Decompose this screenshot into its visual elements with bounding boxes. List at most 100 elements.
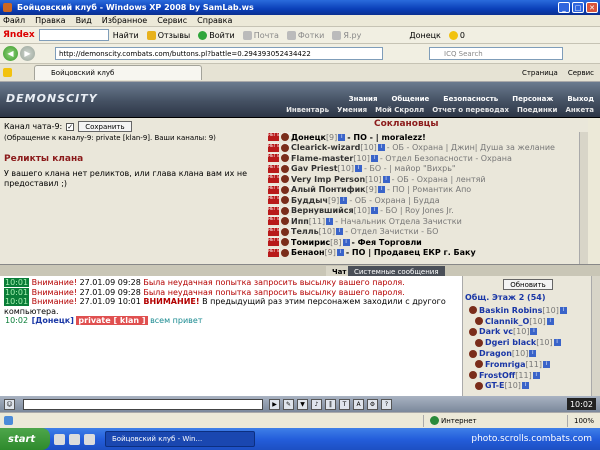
- member-name[interactable]: Gav Priest: [291, 164, 338, 173]
- online-user-name[interactable]: Clannik_O: [485, 317, 529, 326]
- taskbar-window-button[interactable]: Бойцовский клуб - Win...: [105, 431, 255, 447]
- member-name[interactable]: Алый Понтифик: [291, 185, 366, 194]
- member-name[interactable]: Бенаон: [291, 248, 324, 257]
- maximize-button[interactable]: □: [572, 2, 584, 13]
- yandex-search-input[interactable]: [38, 29, 109, 41]
- info-icon[interactable]: i: [371, 207, 379, 215]
- menu-profile[interactable]: Анкета: [565, 106, 594, 114]
- menu-communication[interactable]: Общение: [391, 95, 429, 103]
- info-icon[interactable]: i: [382, 175, 390, 183]
- clan-member-row[interactable]: НЕТ В КЛУБЕТелль[10]i- Отдел Зачистки - …: [268, 227, 588, 238]
- yandex-mail-button[interactable]: Почта: [242, 30, 279, 40]
- online-scrollbar[interactable]: [591, 276, 600, 396]
- online-user-row[interactable]: Fromriga [11] i: [463, 359, 591, 370]
- member-name[interactable]: Flame-master: [291, 154, 353, 163]
- info-icon[interactable]: i: [336, 228, 344, 236]
- yandex-photos-button[interactable]: Фотки: [286, 30, 324, 40]
- menu-transfers[interactable]: Отчет о переводах: [432, 106, 509, 114]
- clear-icon[interactable]: ✎: [283, 398, 294, 410]
- pause-icon[interactable]: ‖: [325, 398, 336, 410]
- menu-scroll[interactable]: Мой Скролл: [375, 106, 424, 114]
- minimize-button[interactable]: _: [558, 2, 570, 13]
- menu-skills[interactable]: Умения: [337, 106, 367, 114]
- info-icon[interactable]: i: [542, 360, 550, 368]
- help-icon[interactable]: ?: [381, 398, 392, 410]
- member-name[interactable]: Томирис: [291, 238, 330, 247]
- members-scrollbar[interactable]: [579, 132, 588, 264]
- info-icon[interactable]: i: [529, 350, 537, 358]
- info-icon[interactable]: i: [377, 186, 385, 194]
- menu-inventory[interactable]: Инвентарь: [286, 106, 329, 114]
- online-user-name[interactable]: Dragon: [479, 349, 512, 358]
- member-name[interactable]: Clearick-wizard: [291, 143, 360, 152]
- send-icon[interactable]: ▶: [269, 398, 280, 410]
- clan-member-row[interactable]: НЕТ В КЛУБЕАлый Понтифик[9]i- ПО | Роман…: [268, 185, 588, 196]
- clan-member-row[interactable]: НЕТ В КЛУБЕClearick-wizard[10]i- ОБ - Ох…: [268, 143, 588, 154]
- sound-icon[interactable]: ♪: [311, 398, 322, 410]
- forward-button[interactable]: ▶: [20, 46, 35, 61]
- info-icon[interactable]: i: [553, 339, 561, 347]
- close-button[interactable]: ✕: [586, 2, 598, 13]
- chat-input[interactable]: [23, 398, 263, 410]
- clan-member-row[interactable]: НЕТ В КЛУБЕGav Priest[10]i- БО - | майор…: [268, 164, 588, 175]
- clan-member-row[interactable]: НЕТ В КЛУБЕДонецк[9]i- ПО - | moralezz!: [268, 132, 588, 143]
- quick-launch-icon[interactable]: [69, 433, 80, 445]
- clan-member-row[interactable]: НЕТ В КЛУБЕVery Imp Person[10]i- ОБ - Ох…: [268, 174, 588, 185]
- smiley-icon[interactable]: ☺: [4, 398, 15, 410]
- online-user-name[interactable]: Dark vc: [479, 327, 513, 336]
- info-icon[interactable]: i: [336, 249, 344, 257]
- online-user-row[interactable]: FrostOff [11] i: [463, 370, 591, 381]
- menu-tools[interactable]: Сервис: [157, 16, 187, 25]
- font-icon[interactable]: A: [353, 398, 364, 410]
- info-icon[interactable]: i: [370, 154, 378, 162]
- menu-exit[interactable]: Выход: [567, 95, 594, 103]
- online-user-name[interactable]: Dgeri black: [485, 338, 536, 347]
- clan-member-row[interactable]: НЕТ В КЛУБЕБуддыч[9]i- ОБ - Охрана | Буд…: [268, 195, 588, 206]
- menu-fights[interactable]: Поединки: [517, 106, 557, 114]
- member-name[interactable]: Донецк: [291, 133, 326, 142]
- page-menu-button[interactable]: Страница: [522, 69, 558, 77]
- yandex-login-button[interactable]: Войти: [198, 30, 235, 40]
- online-user-row[interactable]: Dgeri black [10] i: [463, 337, 591, 348]
- quick-launch-icon[interactable]: [54, 433, 65, 445]
- menu-character[interactable]: Персонаж: [512, 95, 553, 103]
- translit-icon[interactable]: T: [339, 398, 350, 410]
- filter-icon[interactable]: ▼: [297, 398, 308, 410]
- menu-edit[interactable]: Правка: [35, 16, 65, 25]
- online-user-row[interactable]: Dragon [10] i: [463, 348, 591, 359]
- menu-help[interactable]: Справка: [197, 16, 232, 25]
- quick-launch-icon[interactable]: [84, 433, 95, 445]
- member-name[interactable]: Ипп: [291, 217, 309, 226]
- online-user-row[interactable]: Baskin Robins [10] i: [463, 305, 591, 316]
- yandex-find-button[interactable]: Найти: [113, 31, 139, 40]
- member-name[interactable]: Вернувшийся: [291, 206, 354, 215]
- back-button[interactable]: ◀: [3, 46, 18, 61]
- info-icon[interactable]: i: [354, 165, 362, 173]
- favorites-star-icon[interactable]: [3, 68, 12, 77]
- clan-member-row[interactable]: НЕТ В КЛУБЕИпп[11]i- Начальник Отдела За…: [268, 216, 588, 227]
- menu-view[interactable]: Вид: [76, 16, 92, 25]
- online-user-row[interactable]: Dark vc [10] i: [463, 327, 591, 338]
- info-icon[interactable]: i: [338, 133, 346, 141]
- start-button[interactable]: start: [0, 428, 50, 450]
- online-user-name[interactable]: Baskin Robins: [479, 306, 542, 315]
- menu-knowledge[interactable]: Знания: [349, 95, 378, 103]
- info-icon[interactable]: i: [326, 217, 334, 225]
- online-user-name[interactable]: GT-E: [485, 381, 505, 390]
- member-name[interactable]: Very Imp Person: [291, 175, 365, 184]
- menu-file[interactable]: Файл: [3, 16, 25, 25]
- online-user-row[interactable]: GT-E [10] i: [463, 381, 591, 392]
- info-icon[interactable]: i: [546, 317, 554, 325]
- clan-member-row[interactable]: НЕТ В КЛУБЕВернувшийся[10]i- БО | Roy Jo…: [268, 206, 588, 217]
- address-bar[interactable]: http://demonscity.combats.com/buttons.pl…: [55, 47, 383, 60]
- member-name[interactable]: Буддыч: [291, 196, 328, 205]
- yandex-yaru-button[interactable]: Я.ру: [332, 30, 361, 40]
- save-button[interactable]: Сохранить: [78, 121, 132, 132]
- info-icon[interactable]: i: [521, 382, 529, 390]
- online-user-name[interactable]: Fromriga: [485, 360, 526, 369]
- search-input[interactable]: ICQ Search: [429, 47, 563, 60]
- channel-checkbox[interactable]: ✓: [66, 122, 75, 131]
- tools-menu-button[interactable]: Сервис: [568, 69, 594, 77]
- menu-favorites[interactable]: Избранное: [102, 16, 147, 25]
- member-name[interactable]: Телль: [291, 227, 319, 236]
